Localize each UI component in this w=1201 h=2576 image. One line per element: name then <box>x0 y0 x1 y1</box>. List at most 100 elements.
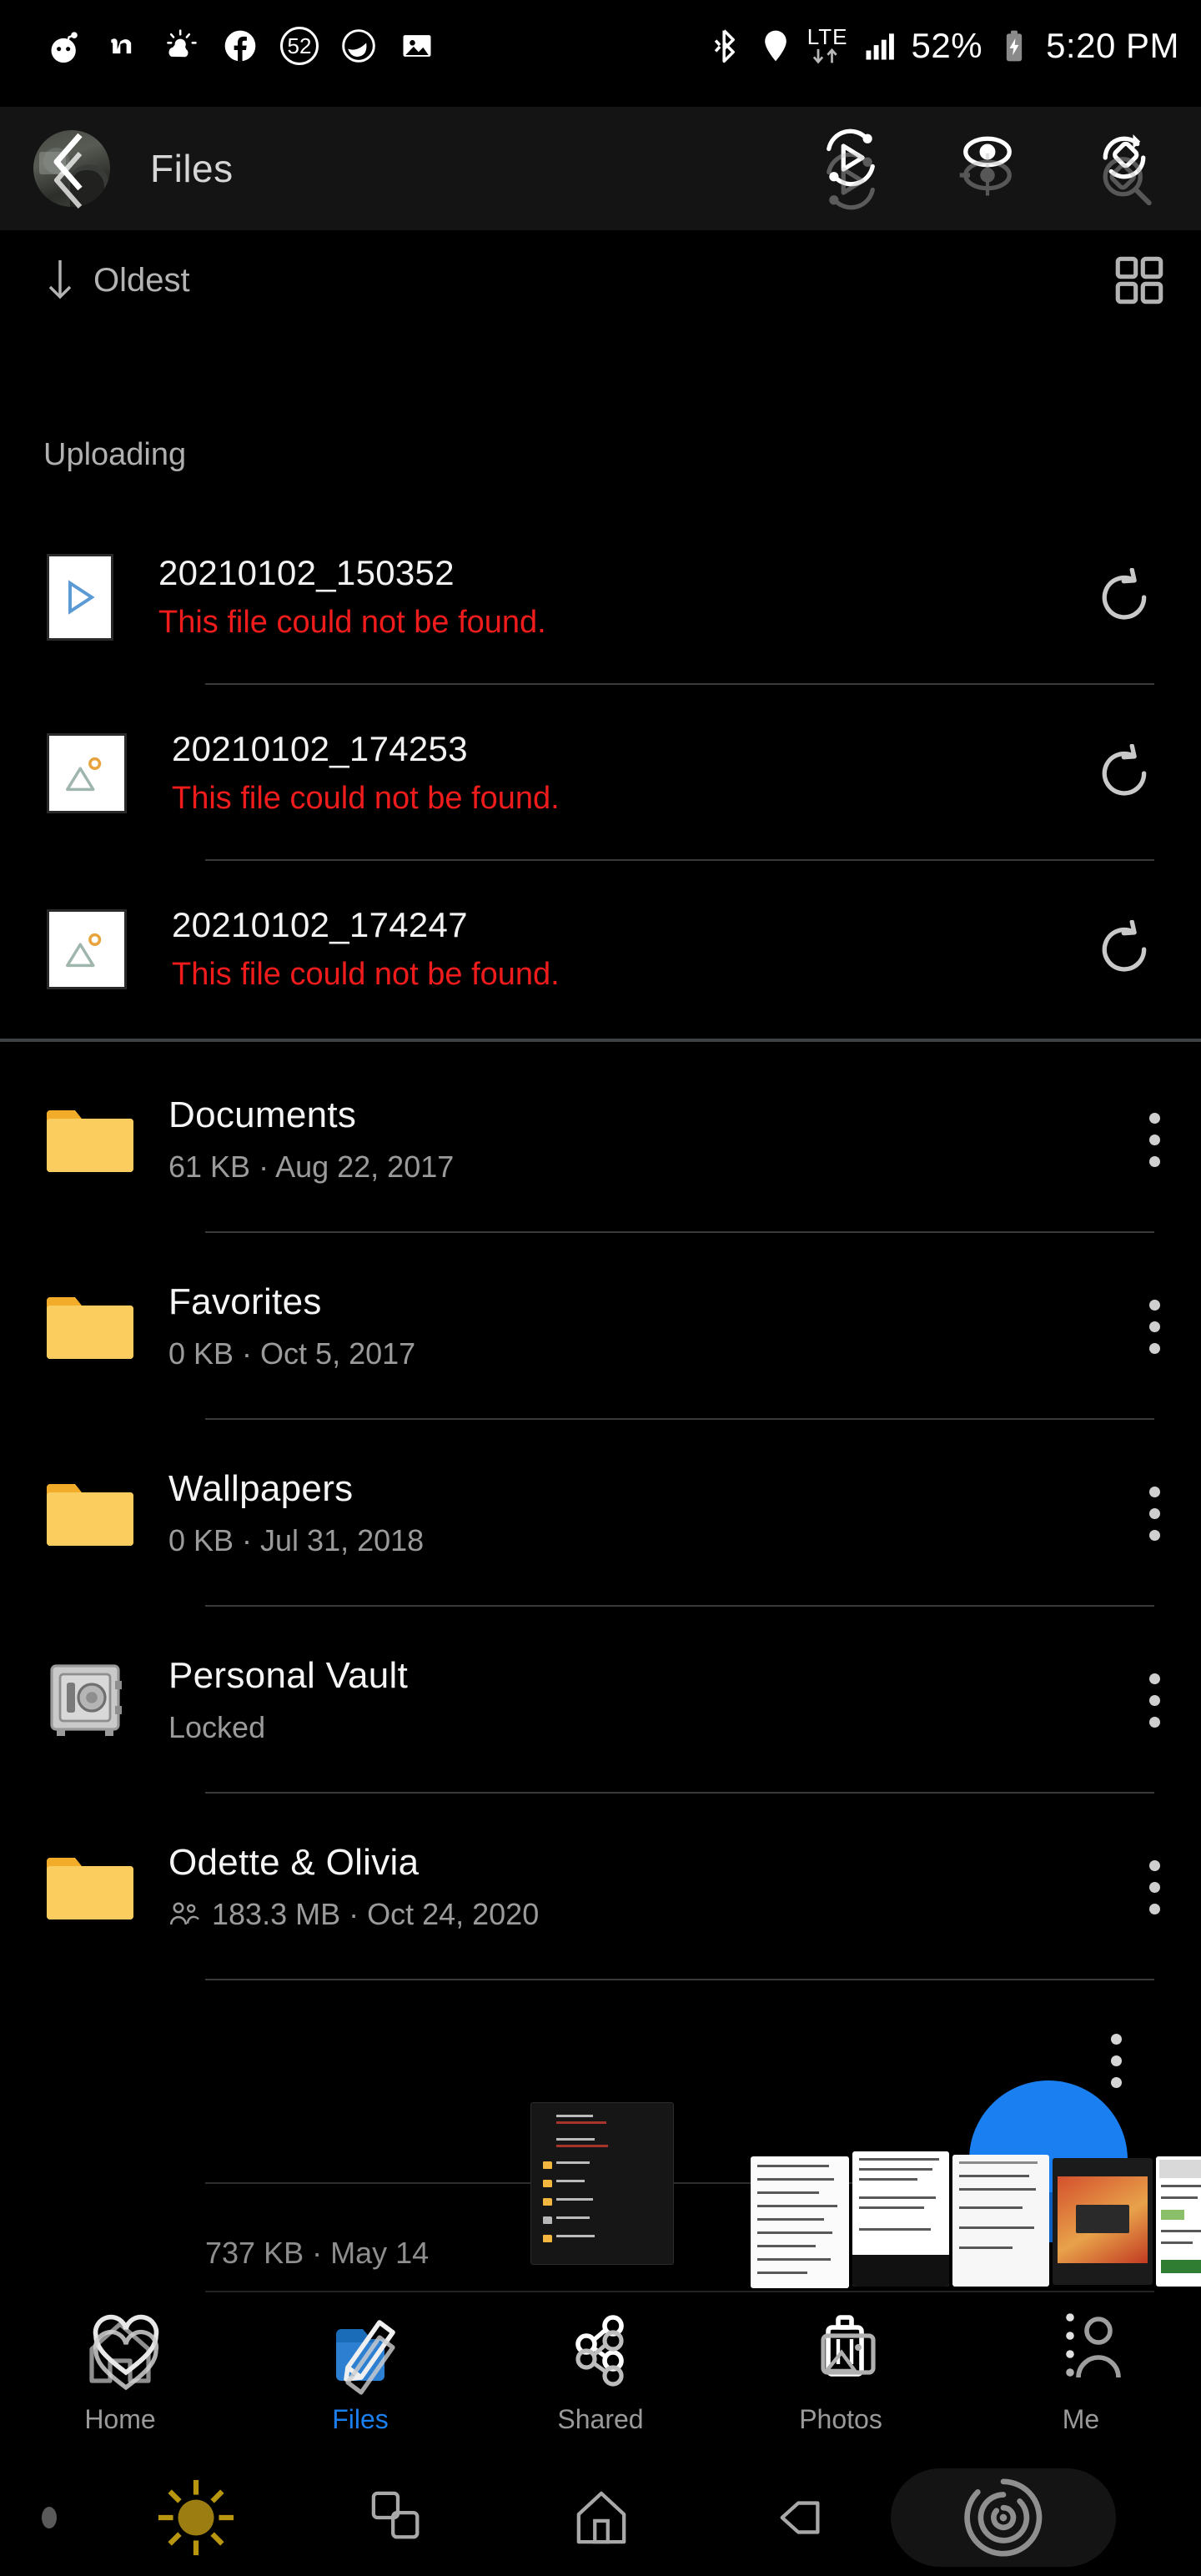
recent-app-thumbnail[interactable] <box>852 2151 949 2287</box>
nav-item-files[interactable]: Files <box>277 2312 444 2435</box>
video-thumbnail-icon <box>47 553 113 641</box>
brightness-icon[interactable] <box>155 2477 237 2558</box>
back-icon[interactable] <box>776 2490 827 2545</box>
photo-thumbnail-icon <box>47 908 127 989</box>
photo-thumbnail-icon <box>47 732 127 813</box>
back-and-avatar[interactable] <box>33 130 110 209</box>
upload-row[interactable]: 20210102_174253 This file could not be f… <box>0 685 1201 861</box>
back-icon[interactable] <box>28 122 118 215</box>
upload-file-name: 20210102_174253 <box>172 729 468 768</box>
file-meta: 0 KB · Oct 5, 2017 <box>168 1336 416 1371</box>
recent-app-thumbnail[interactable] <box>1156 2156 1201 2287</box>
status-bar: 52 LTE 52% 5:20 PM <box>0 0 1201 92</box>
leaf-app-icon <box>342 29 375 63</box>
grid-view-toggle[interactable] <box>1114 255 1164 305</box>
uploading-list: 20210102_150352 This file could not be f… <box>0 509 1201 1037</box>
lte-label: LTE <box>807 24 848 49</box>
sort-label: Oldest <box>93 261 190 299</box>
upload-error-text: This file could not be found. <box>158 605 546 640</box>
lte-data-icon: LTE <box>807 26 848 66</box>
assistant-button[interactable] <box>891 2468 1116 2567</box>
assistant-icon <box>964 2478 1043 2557</box>
shared-icon <box>555 2312 646 2399</box>
upload-row[interactable]: 20210102_174247 This file could not be f… <box>0 861 1201 1037</box>
reddit-icon <box>51 32 78 63</box>
upload-row[interactable]: 20210102_150352 This file could not be f… <box>0 509 1201 685</box>
sort-bar: Oldest <box>0 230 1201 330</box>
system-navigation-bar <box>0 2459 1201 2576</box>
upload-file-name: 20210102_150352 <box>158 553 455 592</box>
nav-item-home[interactable]: Home <box>37 2312 204 2435</box>
battery-percent-label: 52% <box>911 26 983 65</box>
list-item-text: Odette & Olivia 183.3 MB · Oct 24, 2020 <box>168 1842 539 1932</box>
nav-label-shared: Shared <box>557 2404 644 2434</box>
sync-button[interactable] <box>1089 123 1159 214</box>
indicator-dot <box>42 2507 57 2528</box>
list-item[interactable]: Odette & Olivia 183.3 MB · Oct 24, 2020 <box>0 1794 1201 1980</box>
list-item[interactable]: Personal Vault Locked <box>0 1607 1201 1794</box>
recent-app-thumbnail[interactable] <box>751 2156 849 2288</box>
file-name: Documents <box>168 1094 357 1135</box>
page-title: Files <box>150 147 234 190</box>
arrow-down-icon <box>48 260 72 299</box>
list-item-text: Personal Vault Locked <box>168 1655 408 1745</box>
nav-label-photos: Photos <box>799 2404 882 2434</box>
recent-app-thumbnail[interactable] <box>1053 2158 1153 2285</box>
data-arrows-icon <box>812 48 837 64</box>
vault-icon <box>47 1658 138 1742</box>
folder-icon <box>47 1472 138 1555</box>
app-bar-actions <box>816 123 1176 214</box>
list-item[interactable]: Wallpapers 0 KB · Jul 31, 2018 <box>0 1420 1201 1607</box>
file-name: Personal Vault <box>168 1655 409 1696</box>
weather-icon <box>167 29 197 58</box>
upload-text: 20210102_174247 This file could not be f… <box>172 905 560 993</box>
me-icon <box>1035 2312 1127 2399</box>
slideshow-button[interactable] <box>816 123 886 214</box>
recent-app-thumbnail[interactable] <box>530 2102 674 2265</box>
status-right-group: LTE 52% 5:20 PM <box>707 26 1179 66</box>
facebook-icon <box>224 30 256 62</box>
more-options-button[interactable] <box>1111 2034 1123 2088</box>
nav-item-photos[interactable]: Photos <box>757 2312 924 2435</box>
file-meta: 61 KB · Aug 22, 2017 <box>168 1150 455 1184</box>
retry-icon[interactable] <box>1096 919 1154 979</box>
photos-icon <box>795 2312 887 2399</box>
list-item-text: Wallpapers 0 KB · Jul 31, 2018 <box>168 1468 424 1558</box>
bottom-navigation: Home Files Shared Photos Me <box>0 2292 1201 2459</box>
nav-label-home: Home <box>84 2404 156 2434</box>
list-item[interactable]: Documents 61 KB · Aug 22, 2017 <box>0 1046 1201 1233</box>
more-options-button[interactable] <box>1149 1299 1161 1354</box>
upload-text: 20210102_174253 This file could not be f… <box>172 729 560 817</box>
nav-item-me[interactable]: Me <box>997 2312 1164 2435</box>
nav-label-me: Me <box>1062 2404 1100 2434</box>
recents-icon[interactable] <box>370 2490 425 2545</box>
list-item-text: Documents 61 KB · Aug 22, 2017 <box>168 1094 454 1185</box>
bluetooth-icon <box>714 29 735 63</box>
retry-icon[interactable] <box>1096 743 1154 802</box>
file-meta: 0 KB · Jul 31, 2018 <box>168 1523 425 1557</box>
nav-item-shared[interactable]: Shared <box>517 2312 684 2435</box>
retry-icon[interactable] <box>1096 567 1154 626</box>
sort-button[interactable]: Oldest <box>43 259 190 302</box>
row-divider <box>205 1979 1154 1980</box>
view-options-button[interactable] <box>952 123 1023 214</box>
files-list: Documents 61 KB · Aug 22, 2017 Favorites… <box>0 1046 1201 1980</box>
more-options-button[interactable] <box>1149 1859 1161 1914</box>
more-options-button[interactable] <box>1149 1673 1161 1728</box>
notification-count-icon: 52 <box>280 27 319 65</box>
upload-error-text: This file could not be found. <box>172 781 560 816</box>
file-name: Odette & Olivia <box>168 1842 420 1883</box>
shared-people-icon <box>169 1902 199 1925</box>
location-icon <box>764 30 786 62</box>
upload-error-text: This file could not be found. <box>172 957 560 992</box>
home-icon[interactable] <box>574 2490 629 2545</box>
list-item[interactable]: Favorites 0 KB · Oct 5, 2017 <box>0 1233 1201 1420</box>
files-icon <box>314 2312 406 2399</box>
phone-screen: 52 LTE 52% 5:20 PM Files Oldest Uploadin… <box>0 0 1201 2576</box>
recent-app-thumbnail[interactable] <box>952 2155 1049 2287</box>
more-options-button[interactable] <box>1149 1486 1161 1541</box>
more-options-button[interactable] <box>1149 1112 1161 1167</box>
folder-icon <box>47 1098 138 1181</box>
gallery-icon <box>403 35 431 57</box>
file-meta: 183.3 MB · Oct 24, 2020 <box>168 1897 539 1932</box>
